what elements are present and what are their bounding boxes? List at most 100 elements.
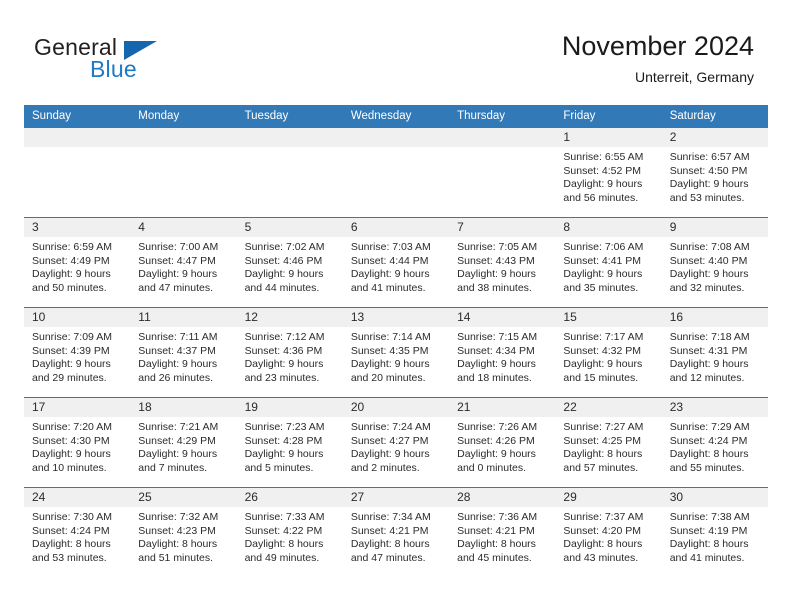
daylight-text-line2: and 53 minutes.: [669, 191, 745, 204]
calendar-day-cell[interactable]: 30 Sunrise: 7:38 AM Sunset: 4:19 PM Dayligh…: [661, 487, 768, 578]
calendar-day-cell[interactable]: 7 Sunrise: 7:05 AM Sunset: 4:43 PM Daylight…: [449, 217, 556, 308]
day-number: 18: [130, 398, 237, 417]
day-details: Sunrise: 7:20 AM Sunset: 4:30 PM Daylight:…: [24, 417, 130, 475]
sunrise-text: Sunrise: 7:33 AM: [244, 511, 325, 523]
day-details: Sunrise: 6:59 AM Sunset: 4:49 PM Daylight:…: [24, 237, 130, 295]
daylight-text-line1: Daylight: 9 hours: [350, 358, 430, 371]
brand-logo[interactable]: General Blue: [34, 34, 214, 90]
daylight-text-line2: and 20 minutes.: [350, 371, 426, 384]
calendar-day-cell[interactable]: 16 Sunrise: 7:18 AM Sunset: 4:31 PM Dayligh…: [661, 307, 768, 398]
sunset-text: Sunset: 4:41 PM: [563, 254, 642, 267]
day-number: 13: [342, 308, 450, 327]
daylight-text-line1: Daylight: 9 hours: [669, 358, 749, 371]
calendar-day-cell[interactable]: 6 Sunrise: 7:03 AM Sunset: 4:44 PM Daylight…: [342, 217, 450, 308]
daylight-text-line2: and 35 minutes.: [563, 281, 639, 294]
sunrise-text: Sunrise: 7:08 AM: [669, 241, 750, 253]
day-details: Sunrise: 7:06 AM Sunset: 4:41 PM Daylight:…: [555, 237, 661, 295]
sunrise-text: Sunrise: 7:09 AM: [32, 331, 112, 343]
sunset-text: Sunset: 4:21 PM: [457, 524, 535, 537]
sunset-text: Sunset: 4:24 PM: [669, 434, 748, 447]
daylight-text-line2: and 55 minutes.: [669, 461, 745, 474]
calendar-cell-empty: [236, 127, 343, 218]
day-details: Sunrise: 7:33 AM Sunset: 4:22 PM Daylight:…: [237, 507, 343, 565]
daylight-text-line1: Daylight: 9 hours: [138, 268, 218, 281]
sunrise-text: Sunrise: 7:12 AM: [244, 331, 325, 343]
daylight-text-line2: and 49 minutes.: [244, 551, 320, 564]
sunrise-text: Sunrise: 7:05 AM: [457, 241, 538, 253]
sunrise-text: Sunrise: 6:59 AM: [32, 241, 112, 253]
calendar-day-cell[interactable]: 27 Sunrise: 7:34 AM Sunset: 4:21 PM Dayligh…: [342, 487, 450, 578]
daylight-text-line1: Daylight: 9 hours: [138, 448, 218, 461]
day-details: Sunrise: 7:15 AM Sunset: 4:34 PM Daylight:…: [449, 327, 555, 385]
calendar-day-cell[interactable]: 11 Sunrise: 7:11 AM Sunset: 4:37 PM Dayligh…: [130, 307, 237, 398]
calendar-day-cell[interactable]: 8 Sunrise: 7:06 AM Sunset: 4:41 PM Daylight…: [555, 217, 662, 308]
calendar-cell-empty: [449, 127, 556, 218]
day-number: 15: [555, 308, 662, 327]
calendar-day-cell[interactable]: 19 Sunrise: 7:23 AM Sunset: 4:28 PM Dayligh…: [236, 397, 343, 488]
sunset-text: Sunset: 4:39 PM: [32, 344, 110, 357]
weekday-header-wednesday: Wednesday: [342, 105, 450, 128]
day-number: 10: [24, 308, 131, 327]
sunrise-text: Sunrise: 7:21 AM: [138, 421, 219, 433]
day-details: Sunrise: 6:55 AM Sunset: 4:52 PM Daylight:…: [555, 147, 661, 205]
day-details: Sunrise: 7:21 AM Sunset: 4:29 PM Daylight:…: [130, 417, 236, 475]
calendar-day-cell[interactable]: 17 Sunrise: 7:20 AM Sunset: 4:30 PM Dayligh…: [24, 397, 131, 488]
sunset-text: Sunset: 4:32 PM: [563, 344, 642, 357]
calendar-day-cell[interactable]: 18 Sunrise: 7:21 AM Sunset: 4:29 PM Dayligh…: [130, 397, 237, 488]
calendar-day-cell[interactable]: 23 Sunrise: 7:29 AM Sunset: 4:24 PM Dayligh…: [661, 397, 768, 488]
calendar-day-cell[interactable]: 24 Sunrise: 7:30 AM Sunset: 4:24 PM Dayligh…: [24, 487, 131, 578]
calendar-day-cell[interactable]: 25 Sunrise: 7:32 AM Sunset: 4:23 PM Dayligh…: [130, 487, 237, 578]
calendar-day-cell[interactable]: 1 Sunrise: 6:55 AM Sunset: 4:52 PM Daylight…: [555, 127, 662, 218]
calendar-grid: Sunday Monday Tuesday Wednesday Thursday…: [24, 105, 768, 578]
weekday-header-monday: Monday: [130, 105, 237, 128]
daylight-text-line2: and 0 minutes.: [457, 461, 527, 474]
daylight-text-line2: and 43 minutes.: [563, 551, 639, 564]
calendar-day-cell[interactable]: 20 Sunrise: 7:24 AM Sunset: 4:27 PM Dayligh…: [342, 397, 450, 488]
calendar-day-cell[interactable]: 28 Sunrise: 7:36 AM Sunset: 4:21 PM Dayligh…: [449, 487, 556, 578]
calendar-header-row: Sunday Monday Tuesday Wednesday Thursday…: [24, 105, 768, 128]
day-details: Sunrise: 7:32 AM Sunset: 4:23 PM Daylight:…: [130, 507, 236, 565]
daylight-text-line1: Daylight: 9 hours: [350, 448, 430, 461]
sunrise-text: Sunrise: 7:06 AM: [563, 241, 644, 253]
day-number: 25: [130, 488, 237, 507]
sunrise-text: Sunrise: 7:20 AM: [32, 421, 112, 433]
sunset-text: Sunset: 4:23 PM: [138, 524, 216, 537]
calendar-day-cell[interactable]: 29 Sunrise: 7:37 AM Sunset: 4:20 PM Dayligh…: [555, 487, 662, 578]
daylight-text-line2: and 26 minutes.: [138, 371, 213, 384]
sunrise-text: Sunrise: 7:23 AM: [244, 421, 325, 433]
calendar-day-cell[interactable]: 3 Sunrise: 6:59 AM Sunset: 4:49 PM Daylight…: [24, 217, 131, 308]
sunrise-text: Sunrise: 7:15 AM: [457, 331, 538, 343]
sunrise-text: Sunrise: 7:32 AM: [138, 511, 219, 523]
calendar-day-cell[interactable]: 22 Sunrise: 7:27 AM Sunset: 4:25 PM Dayligh…: [555, 397, 662, 488]
day-details: Sunrise: 7:09 AM Sunset: 4:39 PM Daylight:…: [24, 327, 130, 385]
day-number: 27: [342, 488, 450, 507]
calendar-day-cell[interactable]: 9 Sunrise: 7:08 AM Sunset: 4:40 PM Daylight…: [661, 217, 768, 308]
day-number: 26: [236, 488, 343, 507]
calendar-day-cell[interactable]: 2 Sunrise: 6:57 AM Sunset: 4:50 PM Daylight…: [661, 127, 768, 218]
day-details: Sunrise: 7:37 AM Sunset: 4:20 PM Daylight:…: [555, 507, 661, 565]
day-details: Sunrise: 7:27 AM Sunset: 4:25 PM Daylight:…: [555, 417, 661, 475]
day-details: Sunrise: 7:17 AM Sunset: 4:32 PM Daylight:…: [555, 327, 661, 385]
calendar-day-cell[interactable]: 5 Sunrise: 7:02 AM Sunset: 4:46 PM Daylight…: [236, 217, 343, 308]
calendar-day-cell[interactable]: 26 Sunrise: 7:33 AM Sunset: 4:22 PM Dayligh…: [236, 487, 343, 578]
day-details: Sunrise: 7:29 AM Sunset: 4:24 PM Daylight:…: [662, 417, 768, 475]
calendar-day-cell[interactable]: 15 Sunrise: 7:17 AM Sunset: 4:32 PM Dayligh…: [555, 307, 662, 398]
calendar-day-cell[interactable]: 4 Sunrise: 7:00 AM Sunset: 4:47 PM Daylight…: [130, 217, 237, 308]
sunset-text: Sunset: 4:35 PM: [350, 344, 429, 357]
day-details: Sunrise: 7:38 AM Sunset: 4:19 PM Daylight:…: [662, 507, 768, 565]
day-details: Sunrise: 7:03 AM Sunset: 4:44 PM Daylight:…: [343, 237, 449, 295]
calendar-day-cell[interactable]: 14 Sunrise: 7:15 AM Sunset: 4:34 PM Dayligh…: [449, 307, 556, 398]
sunrise-text: Sunrise: 7:37 AM: [563, 511, 644, 523]
sunrise-text: Sunrise: 7:02 AM: [244, 241, 325, 253]
day-number: [130, 128, 237, 147]
daylight-text-line1: Daylight: 9 hours: [563, 178, 643, 191]
calendar-day-cell[interactable]: 12 Sunrise: 7:12 AM Sunset: 4:36 PM Dayligh…: [236, 307, 343, 398]
day-number: 16: [661, 308, 768, 327]
daylight-text-line1: Daylight: 9 hours: [350, 268, 430, 281]
calendar-day-cell[interactable]: 13 Sunrise: 7:14 AM Sunset: 4:35 PM Dayligh…: [342, 307, 450, 398]
calendar-day-cell[interactable]: 10 Sunrise: 7:09 AM Sunset: 4:39 PM Dayligh…: [24, 307, 131, 398]
daylight-text-line2: and 18 minutes.: [457, 371, 532, 384]
sunrise-text: Sunrise: 7:34 AM: [350, 511, 431, 523]
daylight-text-line1: Daylight: 9 hours: [32, 268, 111, 281]
calendar-day-cell[interactable]: 21 Sunrise: 7:26 AM Sunset: 4:26 PM Dayligh…: [449, 397, 556, 488]
